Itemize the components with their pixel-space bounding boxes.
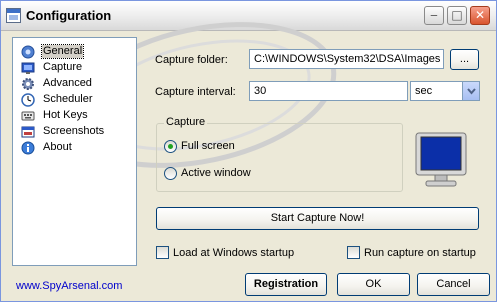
nav-label: Hot Keys xyxy=(43,109,88,121)
load-startup-label[interactable]: Load at Windows startup xyxy=(173,247,294,259)
spyarsenal-link[interactable]: www.SpyArsenal.com xyxy=(16,280,122,292)
capture-icon xyxy=(21,62,35,74)
cancel-button[interactable]: Cancel xyxy=(417,273,490,296)
active-window-radio[interactable] xyxy=(164,167,177,180)
interval-unit-value: sec xyxy=(415,85,433,97)
full-screen-radio[interactable] xyxy=(164,140,177,153)
nav-item-about[interactable]: About xyxy=(13,140,136,156)
start-capture-button[interactable]: Start Capture Now! xyxy=(156,207,479,230)
active-window-label[interactable]: Active window xyxy=(181,167,251,179)
nav-item-screenshots[interactable]: Screenshots xyxy=(13,124,136,140)
title-bar[interactable]: Configuration ‒ □ ✕ xyxy=(1,1,496,31)
hotkeys-icon xyxy=(21,111,35,121)
nav-label: Advanced xyxy=(43,77,92,89)
full-screen-label[interactable]: Full screen xyxy=(181,140,235,152)
nav-item-scheduler[interactable]: Scheduler xyxy=(13,92,136,108)
general-panel: Capture folder: C:\WINDOWS\System32\DSA\… xyxy=(146,37,489,266)
browse-folder-button[interactable]: ... xyxy=(450,49,479,70)
nav-label: General xyxy=(40,44,85,59)
window-title: Configuration xyxy=(26,8,112,23)
dropdown-button[interactable] xyxy=(462,82,479,100)
scheduler-icon xyxy=(21,93,35,107)
close-button[interactable]: ✕ xyxy=(470,6,490,25)
settings-nav: General Capture Advanced Scheduler Hot K… xyxy=(12,37,137,266)
registration-button[interactable]: Registration xyxy=(245,273,327,296)
nav-item-hot-keys[interactable]: Hot Keys xyxy=(13,108,136,124)
run-capture-startup-checkbox[interactable] xyxy=(347,246,360,259)
maximize-button[interactable]: □ xyxy=(447,6,467,25)
app-icon xyxy=(6,8,21,23)
nav-label: Screenshots xyxy=(43,125,105,137)
nav-label: About xyxy=(43,141,72,153)
capture-interval-label: Capture interval: xyxy=(155,86,236,98)
advanced-icon xyxy=(22,78,34,90)
nav-item-advanced[interactable]: Advanced xyxy=(13,76,136,92)
nav-item-general[interactable]: General xyxy=(13,44,136,60)
general-icon xyxy=(21,45,35,59)
run-capture-startup-label[interactable]: Run capture on startup xyxy=(364,247,476,259)
capture-folder-input[interactable]: C:\WINDOWS\System32\DSA\Images xyxy=(249,49,444,69)
capture-folder-label: Capture folder: xyxy=(155,54,228,66)
capture-group-title: Capture xyxy=(164,116,208,128)
about-icon xyxy=(21,141,35,155)
capture-interval-input[interactable]: 30 xyxy=(249,81,408,101)
screenshots-icon xyxy=(21,126,35,138)
nav-label: Capture xyxy=(43,61,83,73)
chevron-down-icon xyxy=(467,88,476,95)
capture-mode-group: Capture Full screen Active window xyxy=(156,116,403,192)
monitor-icon xyxy=(415,132,467,187)
minimize-button[interactable]: ‒ xyxy=(424,6,444,25)
ok-button[interactable]: OK xyxy=(337,273,410,296)
interval-unit-select[interactable]: sec xyxy=(410,81,480,101)
nav-label: Scheduler xyxy=(43,93,93,105)
configuration-window: Configuration ‒ □ ✕ General Capture Adva… xyxy=(0,0,497,302)
load-startup-checkbox[interactable] xyxy=(156,246,169,259)
nav-item-capture[interactable]: Capture xyxy=(13,60,136,76)
